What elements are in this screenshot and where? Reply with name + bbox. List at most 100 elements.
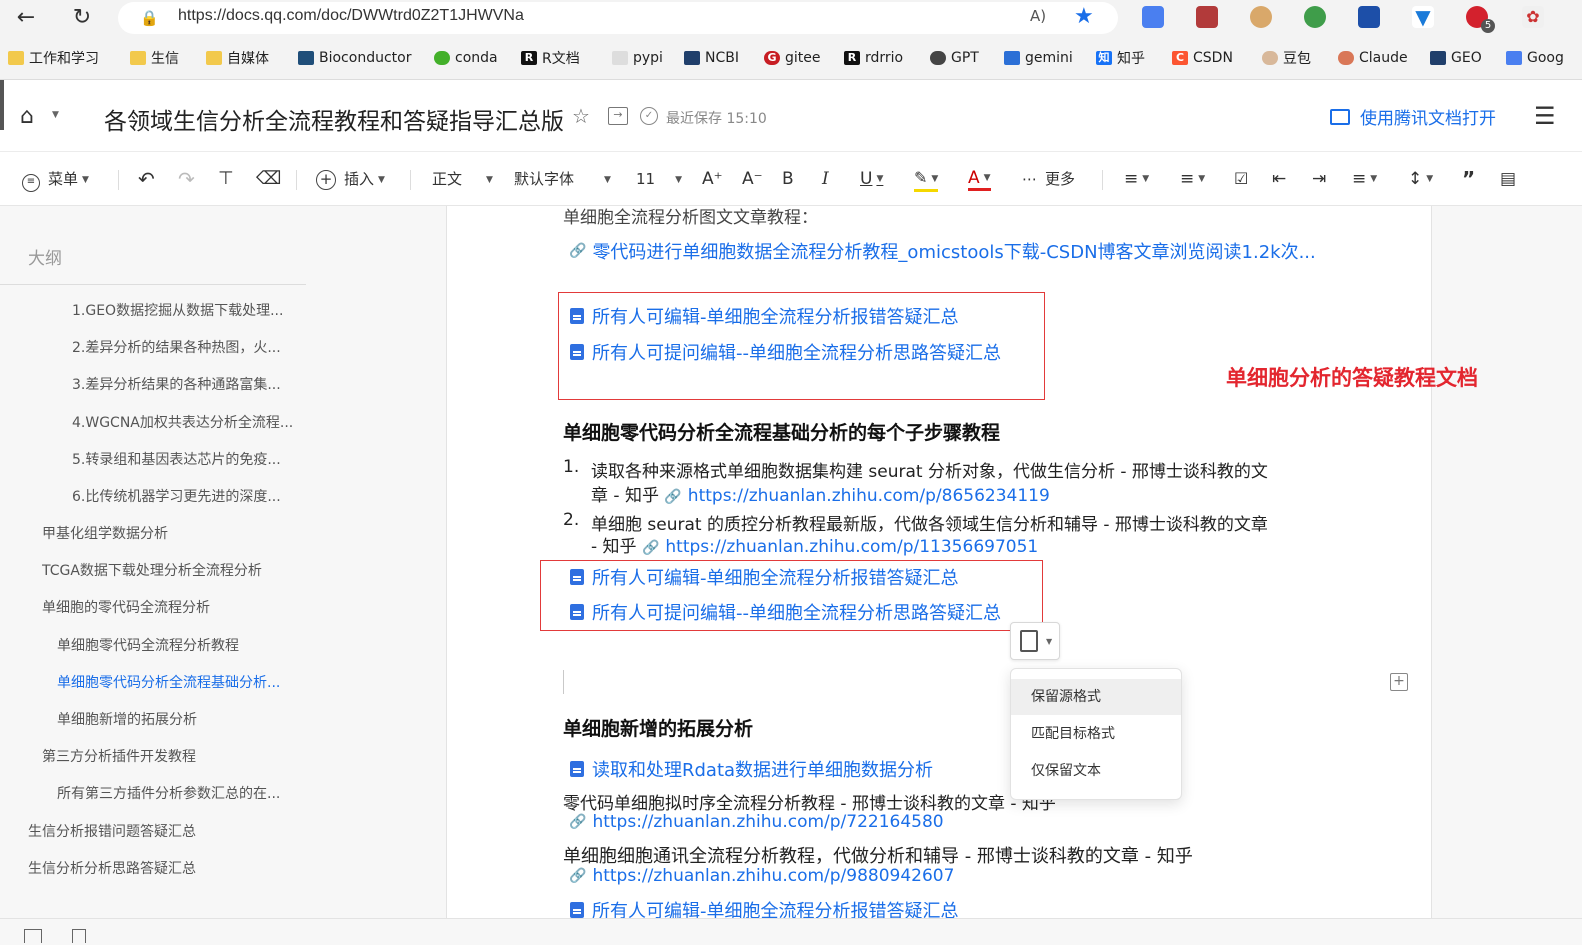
document-icon [570,569,584,585]
hamburger-menu-icon[interactable]: ☰ [1534,102,1556,130]
bold-icon[interactable]: B [782,168,794,190]
link-icon: 🔗 [569,814,587,830]
doc-link[interactable]: 所有人可提问编辑--单细胞全流程分析思路答疑汇总 [570,339,1001,365]
extension-icon[interactable]: ✿ [1522,6,1544,28]
outline-item[interactable]: TCGA数据下载处理分析全流程分析 [42,560,302,580]
insert-button[interactable]: + 插入 ▼ [316,168,385,191]
bookmark[interactable]: Claude [1338,48,1408,68]
bookmark[interactable]: NCBI [684,48,739,68]
outline-item[interactable]: 1.GEO数据挖掘从数据下载处理... [72,300,332,320]
underline-icon[interactable]: U ▼ [860,168,883,190]
line-spacing-icon[interactable]: ↕ ▼ [1408,168,1433,190]
increase-font-icon[interactable]: A⁺ [702,168,723,190]
doc-link[interactable]: 所有人可编辑-单细胞全流程分析报错答疑汇总 [570,303,959,329]
outline-item[interactable]: 单细胞的零代码全流程分析 [42,597,302,617]
outline-item[interactable]: 生信分析报错问题答疑汇总 [28,821,288,841]
bookmark-folder[interactable]: 自媒体 [206,48,269,68]
bookmark[interactable]: Bioconductor [298,48,411,68]
bookmark[interactable]: GPT [930,48,979,68]
bookmark[interactable]: 豆包 [1262,48,1311,68]
outline-item[interactable]: 甲基化组学数据分析 [42,523,302,543]
word-count-icon[interactable] [72,929,86,943]
outline-item[interactable]: 4.WGCNA加权共表达分析全流程... [72,412,332,432]
outline-item-active[interactable]: 单细胞零代码分析全流程基础分析... [57,672,317,692]
outline-toggle-icon[interactable] [24,929,42,943]
address-bar[interactable]: 🔒 https://docs.qq.com/doc/DWWtrd0Z2T1JHW… [118,2,1118,34]
outline-item[interactable]: 第三方分析插件开发教程 [42,746,302,766]
bookmark[interactable]: C CSDN [1172,48,1233,68]
doc-link[interactable]: 读取和处理Rdata数据进行单细胞数据分析 [570,756,933,782]
decrease-font-icon[interactable]: A⁻ [742,168,763,190]
keep-source-format-option[interactable]: 保留源格式 [1011,679,1181,715]
favorite-star-icon[interactable]: ★ [1074,4,1094,29]
hyperlink[interactable]: 🔗 https://zhuanlan.zhihu.com/p/722164580 [569,812,944,832]
hyperlink[interactable]: 🔗 零代码进行单细胞数据全流程分析教程_omicstools下载-CSDN博客文章… [569,238,1316,264]
chevron-down-icon[interactable]: ▼ [52,110,59,120]
add-comment-icon[interactable]: + [1390,673,1408,691]
outline-item[interactable]: 所有第三方插件分析参数汇总的在... [57,783,317,803]
extension-icon[interactable] [1196,6,1218,28]
read-aloud-icon[interactable]: A) [1030,7,1046,25]
checklist-icon[interactable]: ☑ [1234,168,1248,190]
menu-button[interactable]: ≡ 菜单 ▼ [22,168,89,192]
font-family-select[interactable]: 默认字体 ▼ [514,168,611,191]
bookmark[interactable]: R R文档 [521,48,580,68]
align-icon[interactable]: ≡ ▼ [1352,168,1377,190]
paste-options-button[interactable]: ▼ [1010,622,1060,660]
extension-icon[interactable] [1142,6,1164,28]
paragraph-style-select[interactable]: 正文 ▼ [432,168,493,191]
bookmark[interactable]: pypi [612,48,663,68]
outline-item[interactable]: 生信分析分析思路答疑汇总 [28,858,288,878]
extension-icon[interactable] [1304,6,1326,28]
move-to-folder-icon[interactable]: → [608,107,628,125]
hyperlink[interactable]: 🔗 https://zhuanlan.zhihu.com/p/9880942607 [569,866,954,886]
bookmark[interactable]: conda [434,48,498,68]
hyperlink[interactable]: 🔗 https://zhuanlan.zhihu.com/p/8656234119 [664,486,1049,506]
back-icon[interactable]: ← [12,4,40,32]
extension-icon[interactable] [1250,6,1272,28]
bookmark-folder[interactable]: 生信 [130,48,179,68]
bookmark[interactable]: Goog [1506,48,1564,68]
bookmark[interactable]: GEO [1430,48,1482,68]
outline-item[interactable]: 单细胞零代码全流程分析教程 [57,635,317,655]
redo-icon[interactable]: ↷ [178,168,195,190]
font-size-select[interactable]: 11 ▼ [636,168,682,191]
window-edge [0,80,4,130]
doc-link[interactable]: 所有人可提问编辑--单细胞全流程分析思路答疑汇总 [570,599,1001,625]
doc-link[interactable]: 所有人可编辑-单细胞全流程分析报错答疑汇总 [570,564,959,590]
more-button[interactable]: ⋯ 更多 [1022,168,1075,190]
italic-icon[interactable]: I [822,168,829,190]
extension-icon[interactable] [1358,6,1380,28]
format-painter-icon[interactable]: ⊤ [218,168,234,190]
match-target-format-option[interactable]: 匹配目标格式 [1011,716,1181,752]
keep-text-only-option[interactable]: 仅保留文本 [1011,753,1181,789]
reload-icon[interactable]: ↻ [68,4,96,32]
outline-item[interactable]: 2.差异分析的结果各种热图，火... [72,337,332,357]
outline-item[interactable]: 3.差异分析结果的各种通路富集... [72,374,332,394]
callout-icon[interactable]: ▤ [1500,168,1516,190]
text-color-icon[interactable]: A ▼ [968,168,991,191]
bullet-list-icon[interactable]: ≡ ▼ [1124,168,1149,190]
bookmark[interactable]: 知知乎 [1096,48,1145,68]
indent-icon[interactable]: ⇥ [1312,168,1326,190]
outdent-icon[interactable]: ⇤ [1272,168,1286,190]
hyperlink[interactable]: 🔗 https://zhuanlan.zhihu.com/p/1135669705… [642,537,1038,557]
open-in-app-button[interactable]: 使用腾讯文档打开 [1330,104,1496,129]
numbered-list-icon[interactable]: ≡ ▼ [1180,168,1205,190]
document-icon [570,761,584,777]
outline-item[interactable]: 6.比传统机器学习更先进的深度... [72,486,332,506]
bookmark-folder[interactable]: 工作和学习 [8,48,99,68]
outline-item[interactable]: 5.转录组和基因表达芯片的免疫... [72,449,332,469]
bookmark[interactable]: Ggitee [764,48,821,68]
undo-icon[interactable]: ↶ [138,168,155,190]
home-icon[interactable]: ⌂ [20,104,34,129]
highlight-icon[interactable]: ✎ ▼ [914,168,939,192]
extension-icon[interactable]: ▼ [1412,6,1434,28]
bookmark[interactable]: gemini [1004,48,1073,68]
star-icon[interactable]: ☆ [572,104,590,128]
outline-item[interactable]: 单细胞新增的拓展分析 [57,709,317,729]
clear-format-icon[interactable]: ⌫ [256,168,281,190]
quote-icon[interactable]: ” [1462,168,1475,190]
doc-title[interactable]: 各领域生信分析全流程教程和答疑指导汇总版 [104,102,564,136]
bookmark[interactable]: Rrdrrio [844,48,903,68]
